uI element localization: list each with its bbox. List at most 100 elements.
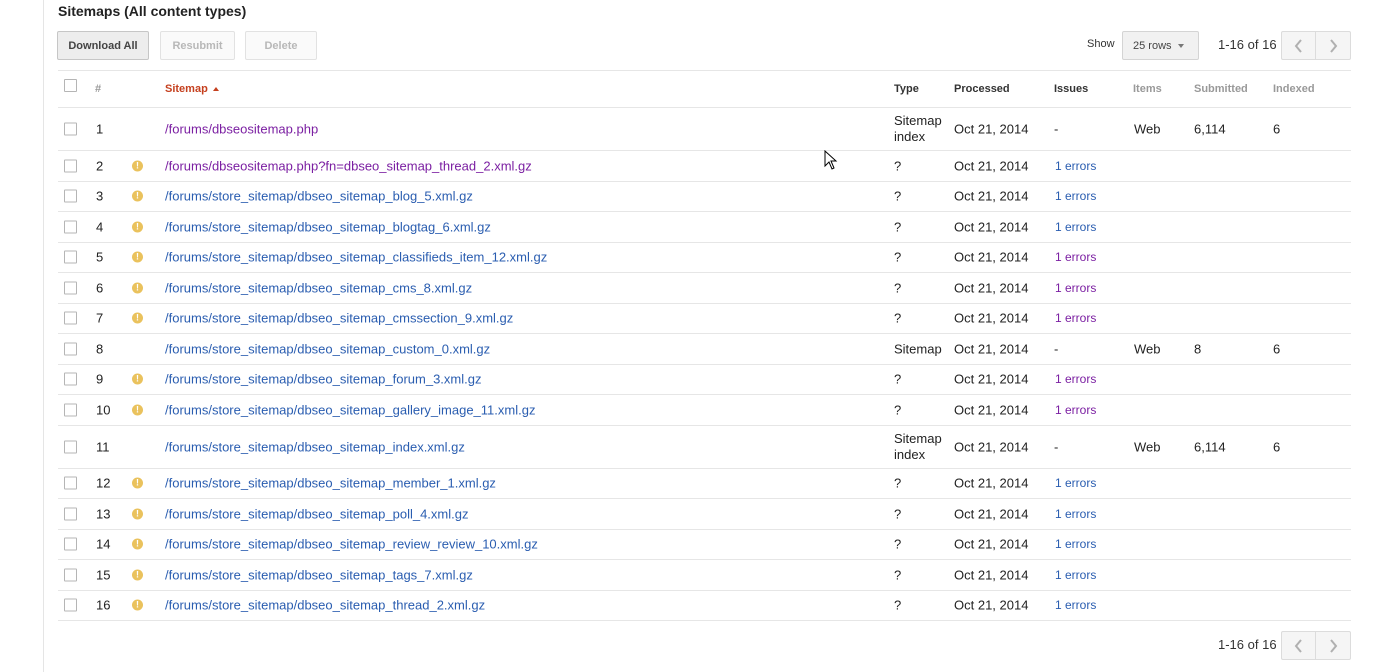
row-checkbox[interactable] xyxy=(64,342,77,356)
prev-page-button-bottom[interactable] xyxy=(1281,631,1316,660)
processed-date: Oct 21, 2014 xyxy=(954,567,1029,583)
row-number: 8 xyxy=(96,341,104,357)
delete-button[interactable]: Delete xyxy=(245,31,317,60)
submitted-value: 6,114 xyxy=(1194,439,1226,454)
processed-date: Oct 21, 2014 xyxy=(954,249,1029,265)
row-checkbox[interactable] xyxy=(64,598,77,612)
issues-link[interactable]: 1 errors xyxy=(1055,281,1096,295)
row-checkbox[interactable] xyxy=(64,537,77,551)
warning-icon: ! xyxy=(132,160,143,172)
pagination-range-top: 1-16 of 16 xyxy=(1218,37,1277,52)
sitemap-link[interactable]: /forums/store_sitemap/dbseo_sitemap_revi… xyxy=(165,537,538,552)
column-header-items: Items xyxy=(1133,83,1162,95)
sitemap-link[interactable]: /forums/dbseositemap.php?fn=dbseo_sitema… xyxy=(165,158,532,173)
sitemap-link[interactable]: /forums/store_sitemap/dbseo_sitemap_foru… xyxy=(165,372,481,387)
warning-icon: ! xyxy=(132,538,143,550)
row-number: 9 xyxy=(96,371,104,387)
row-checkbox[interactable] xyxy=(64,250,77,264)
table-top-border xyxy=(58,70,1351,71)
row-checkbox[interactable] xyxy=(64,281,77,295)
sitemap-link[interactable]: /forums/dbseositemap.php xyxy=(165,122,318,137)
issues-link[interactable]: 1 errors xyxy=(1055,568,1096,582)
download-all-button[interactable]: Download All xyxy=(57,31,149,60)
processed-date: Oct 21, 2014 xyxy=(954,371,1029,387)
column-header-type[interactable]: Type xyxy=(894,83,919,95)
sitemap-type: Sitemap index xyxy=(894,113,942,144)
processed-date: Oct 21, 2014 xyxy=(954,158,1029,174)
mouse-pointer-icon xyxy=(824,150,838,170)
next-page-button-top[interactable] xyxy=(1316,31,1351,60)
issues-link[interactable]: 1 errors xyxy=(1055,311,1096,325)
sitemap-type: ? xyxy=(894,506,902,522)
select-all-checkbox[interactable] xyxy=(64,79,77,92)
sitemap-link[interactable]: /forums/store_sitemap/dbseo_sitemap_inde… xyxy=(165,439,465,454)
warning-icon: ! xyxy=(132,221,143,233)
processed-date: Oct 21, 2014 xyxy=(954,439,1029,454)
row-checkbox[interactable] xyxy=(64,372,77,386)
processed-date: Oct 21, 2014 xyxy=(954,536,1029,552)
row-checkbox[interactable] xyxy=(64,568,77,582)
row-checkbox[interactable] xyxy=(64,507,77,521)
caret-down-icon xyxy=(1177,43,1184,48)
next-page-button-bottom[interactable] xyxy=(1316,631,1351,660)
issues-link[interactable]: 1 errors xyxy=(1055,507,1096,521)
column-header-processed[interactable]: Processed xyxy=(954,83,1010,95)
sitemap-link[interactable]: /forums/store_sitemap/dbseo_sitemap_clas… xyxy=(165,250,547,265)
sitemap-link[interactable]: /forums/store_sitemap/dbseo_sitemap_blog… xyxy=(165,219,491,234)
row-checkbox[interactable] xyxy=(64,122,77,136)
sitemap-link[interactable]: /forums/store_sitemap/dbseo_sitemap_gall… xyxy=(165,402,535,417)
sort-ascending-icon xyxy=(212,87,219,91)
sitemap-link[interactable]: /forums/store_sitemap/dbseo_sitemap_poll… xyxy=(165,506,468,521)
row-number: 2 xyxy=(96,158,104,174)
column-header-number: # xyxy=(95,83,102,95)
rows-per-page-value: 25 rows xyxy=(1133,39,1172,52)
row-number: 5 xyxy=(96,249,104,265)
sitemap-link[interactable]: /forums/store_sitemap/dbseo_sitemap_cmss… xyxy=(165,311,513,326)
issues-link[interactable]: 1 errors xyxy=(1055,537,1096,551)
row-number: 13 xyxy=(96,506,111,522)
warning-icon: ! xyxy=(132,508,143,520)
column-header-sitemap[interactable]: Sitemap xyxy=(165,83,219,95)
issues-link[interactable]: 1 errors xyxy=(1055,220,1096,234)
row-checkbox[interactable] xyxy=(64,220,77,234)
resubmit-button[interactable]: Resubmit xyxy=(160,31,235,60)
page-title: Sitemaps (All content types) xyxy=(58,3,247,19)
left-divider xyxy=(43,0,44,672)
warning-icon: ! xyxy=(132,569,143,581)
sitemap-link[interactable]: /forums/store_sitemap/dbseo_sitemap_memb… xyxy=(165,476,496,491)
prev-page-button-top[interactable] xyxy=(1281,31,1316,60)
sitemap-link[interactable]: /forums/store_sitemap/dbseo_sitemap_thre… xyxy=(165,598,485,613)
sitemap-type: ? xyxy=(894,402,902,418)
issues-link[interactable]: 1 errors xyxy=(1055,403,1096,417)
chevron-left-icon xyxy=(1294,38,1302,53)
row-checkbox[interactable] xyxy=(64,440,77,453)
table-row: 16! /forums/store_sitemap/dbseo_sitemap_t… xyxy=(58,591,1351,621)
issues-link[interactable]: 1 errors xyxy=(1055,159,1096,173)
sitemap-link[interactable]: /forums/store_sitemap/dbseo_sitemap_cms_… xyxy=(165,280,472,295)
processed-date: Oct 21, 2014 xyxy=(954,310,1029,326)
warning-icon: ! xyxy=(132,477,143,489)
processed-date: Oct 21, 2014 xyxy=(954,475,1029,491)
row-number: 6 xyxy=(96,280,104,296)
rows-per-page-select[interactable]: 25 rows xyxy=(1122,31,1199,60)
row-checkbox[interactable] xyxy=(64,159,77,173)
table-row: 14! /forums/store_sitemap/dbseo_sitemap_r… xyxy=(58,530,1351,560)
issues-link[interactable]: 1 errors xyxy=(1055,189,1096,203)
issues-link[interactable]: 1 errors xyxy=(1055,372,1096,386)
column-header-issues[interactable]: Issues xyxy=(1054,83,1088,95)
issues-link[interactable]: 1 errors xyxy=(1055,598,1096,612)
sitemap-link[interactable]: /forums/store_sitemap/dbseo_sitemap_cust… xyxy=(165,341,490,356)
table-row: 9! /forums/store_sitemap/dbseo_sitemap_fo… xyxy=(58,365,1351,395)
issues-value: - xyxy=(1054,121,1059,137)
row-checkbox[interactable] xyxy=(64,403,77,417)
processed-date: Oct 21, 2014 xyxy=(954,341,1029,357)
sitemap-link[interactable]: /forums/store_sitemap/dbseo_sitemap_tags… xyxy=(165,567,473,582)
issues-link[interactable]: 1 errors xyxy=(1055,250,1096,264)
issues-link[interactable]: 1 errors xyxy=(1055,476,1096,490)
processed-date: Oct 21, 2014 xyxy=(954,597,1029,613)
row-checkbox[interactable] xyxy=(64,311,77,325)
sitemap-link[interactable]: /forums/store_sitemap/dbseo_sitemap_blog… xyxy=(165,189,473,204)
row-checkbox[interactable] xyxy=(64,476,77,490)
warning-icon: ! xyxy=(132,599,143,611)
row-checkbox[interactable] xyxy=(64,189,77,203)
